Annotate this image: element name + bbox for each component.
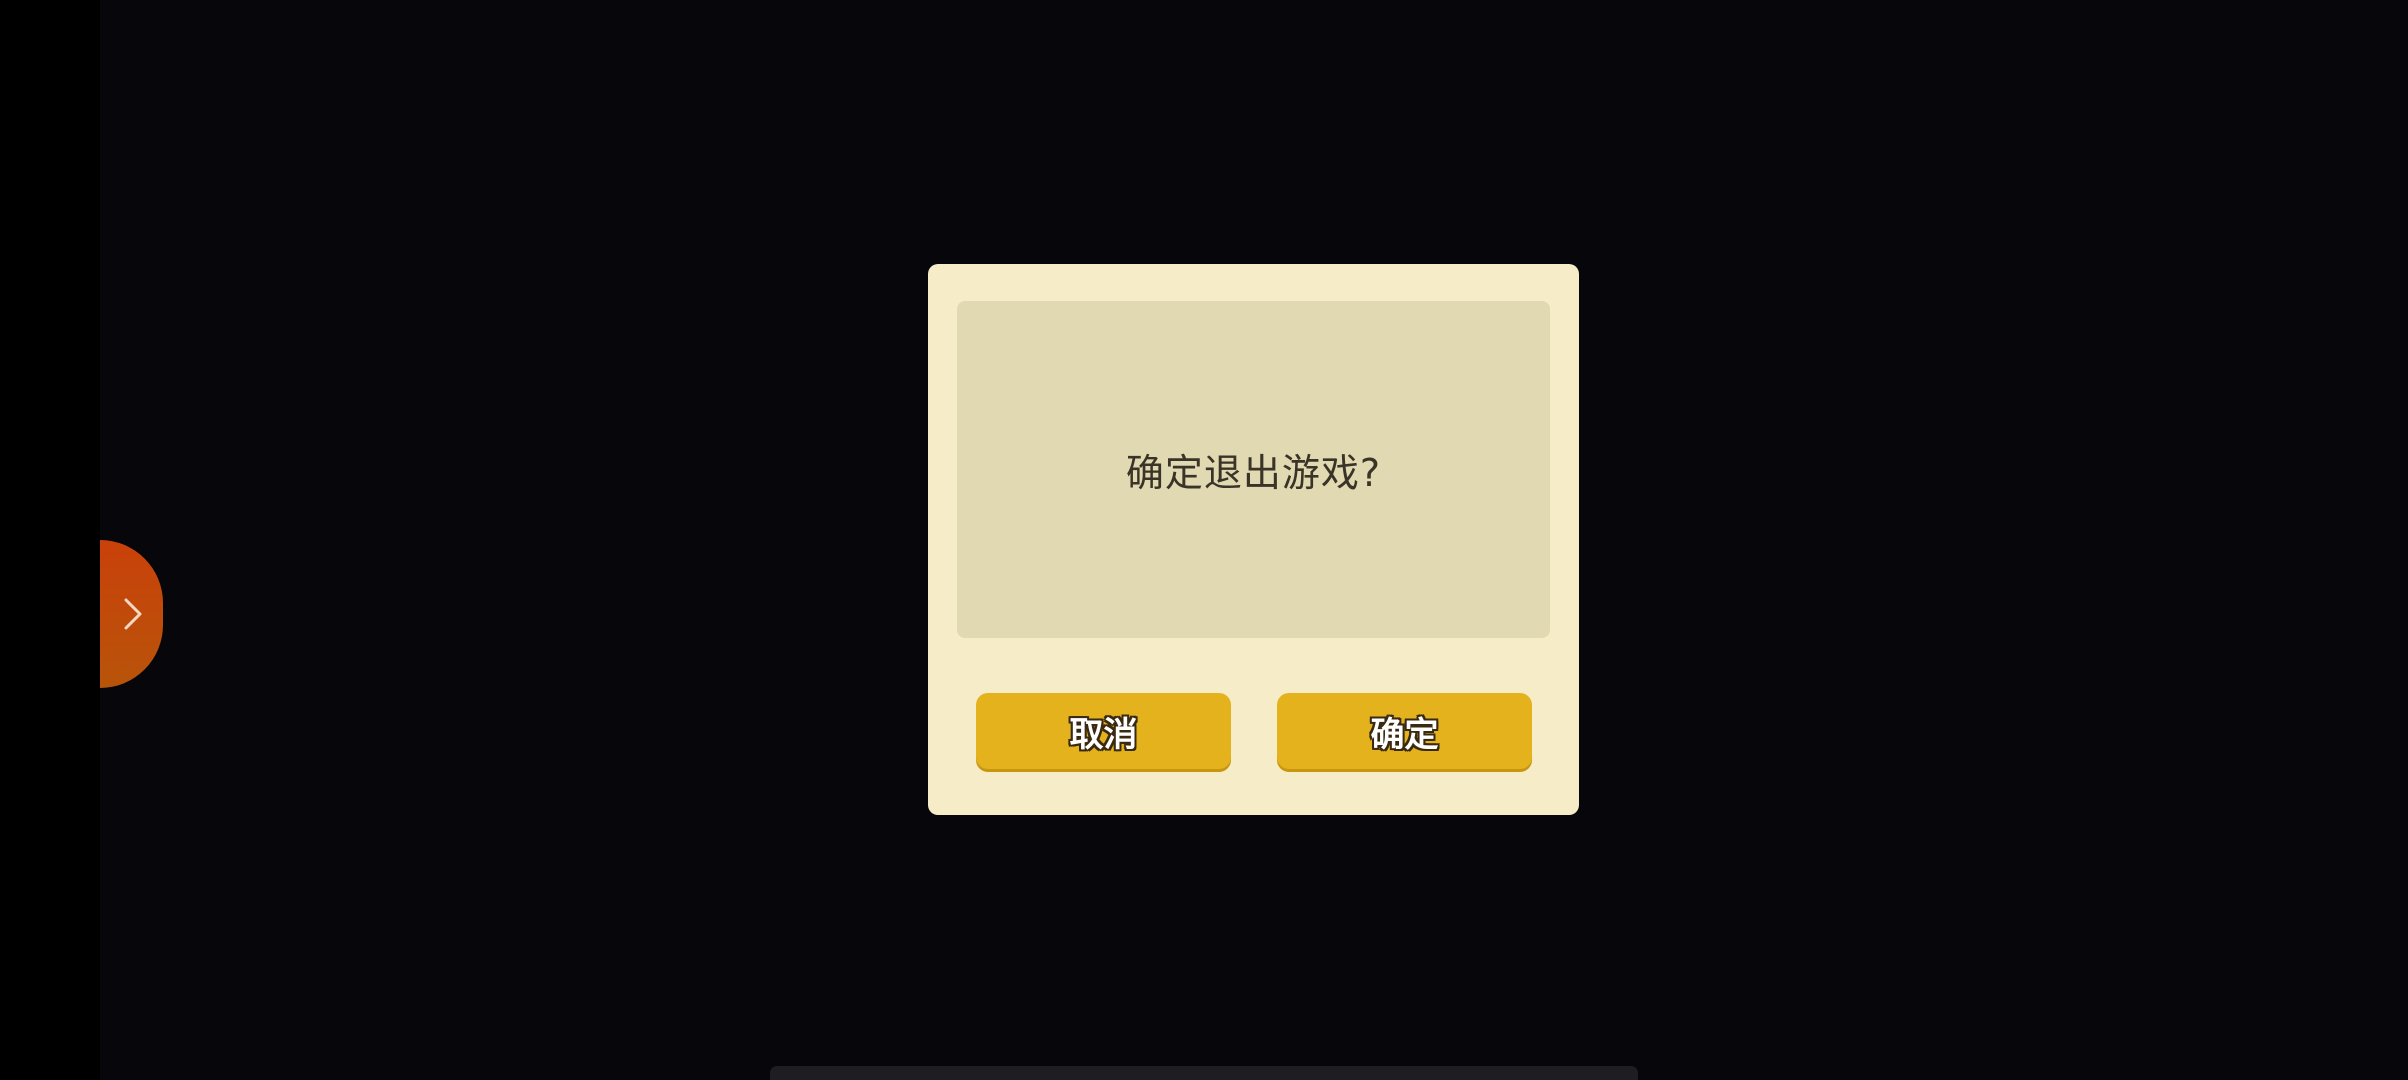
confirm-button[interactable]: 确定	[1277, 693, 1532, 769]
cancel-button[interactable]: 取消	[976, 693, 1231, 769]
left-black-bar	[0, 0, 100, 1080]
dialog-message: 确定退出游戏?	[1125, 451, 1382, 495]
message-panel: 确定退出游戏?	[957, 301, 1550, 638]
confirm-button-label: 确定	[1370, 714, 1439, 755]
side-expand-tab[interactable]	[100, 540, 163, 688]
cancel-button-label: 取消	[1069, 714, 1138, 755]
exit-dialog: 确定退出游戏? 取消 确定	[928, 264, 1579, 815]
chevron-right-icon	[124, 598, 141, 630]
home-indicator[interactable]	[770, 1066, 1638, 1080]
